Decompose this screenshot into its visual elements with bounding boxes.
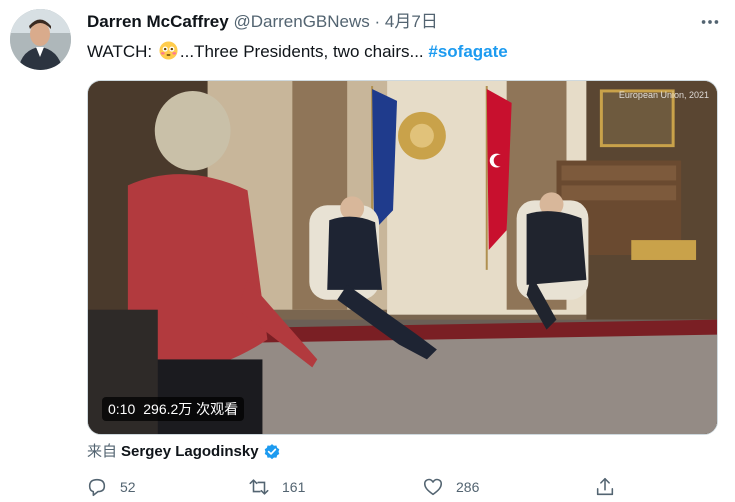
retweet-button[interactable]: 161	[248, 476, 305, 498]
share-button[interactable]	[594, 476, 616, 498]
like-icon	[423, 478, 443, 496]
separator-dot: ·	[374, 12, 381, 31]
reply-button[interactable]: 52	[86, 476, 136, 498]
retweet-icon	[249, 479, 269, 495]
video-frame	[88, 81, 717, 434]
tweet-header: Darren McCaffrey @DarrenGBNews · 4月7日	[87, 11, 721, 33]
author-avatar[interactable]	[10, 9, 71, 70]
tweet-text: WATCH: ...Three Presidents, two chairs..…	[87, 41, 508, 63]
video-views: 296.2万 次观看	[143, 401, 239, 417]
video-time: 0:10	[108, 401, 136, 417]
share-icon	[596, 477, 614, 496]
like-button[interactable]: 286	[422, 476, 479, 498]
media-attribution: 来自 Sergey Lagodinsky	[87, 441, 281, 463]
tweet-date[interactable]: 4月7日	[385, 12, 438, 31]
more-icon[interactable]	[699, 11, 721, 33]
flushed-face-emoji	[159, 41, 178, 60]
reply-count: 52	[120, 479, 136, 495]
author-handle[interactable]: @DarrenGBNews	[233, 12, 369, 31]
author-name[interactable]: Darren McCaffrey	[87, 12, 229, 31]
like-count: 286	[456, 479, 480, 495]
video-watermark: European Union, 2021	[618, 90, 709, 100]
hashtag-link[interactable]: #sofagate	[428, 42, 507, 61]
video-player[interactable]: European Union, 2021 0:10 296.2万 次观看	[87, 80, 718, 435]
tweet-text-body: ...Three Presidents, two chairs...	[179, 42, 429, 61]
attribution-prefix: 来自	[87, 443, 118, 460]
tweet-actions: 52 161 286	[86, 476, 626, 502]
attribution-name[interactable]: Sergey Lagodinsky	[121, 441, 259, 463]
verified-badge-icon	[264, 444, 279, 460]
tweet-text-prefix: WATCH:	[87, 42, 157, 61]
avatar-image	[10, 9, 71, 70]
reply-icon	[88, 478, 106, 497]
retweet-count: 161	[282, 479, 306, 495]
video-info-badge: 0:10 296.2万 次观看	[102, 397, 245, 421]
